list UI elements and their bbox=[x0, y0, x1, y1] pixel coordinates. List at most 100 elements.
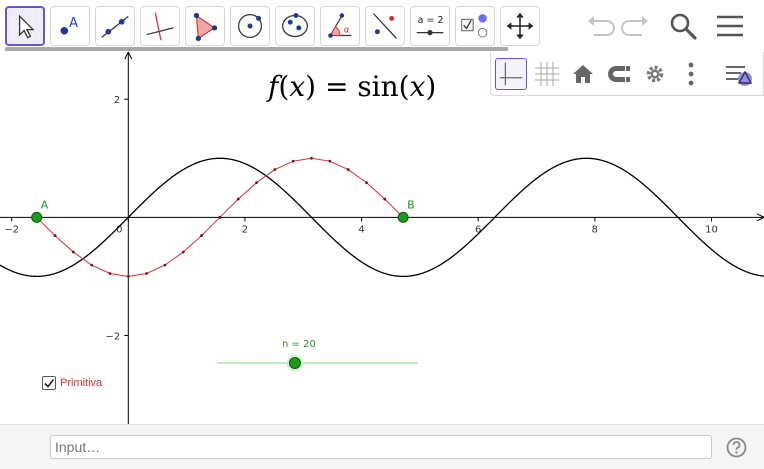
x-tick-label: −2 bbox=[4, 224, 19, 235]
undo-button[interactable] bbox=[582, 8, 618, 44]
polygon-icon bbox=[193, 12, 218, 42]
axes-toggle-button[interactable] bbox=[495, 58, 527, 90]
standard-view-button[interactable] bbox=[567, 58, 599, 90]
formula-variable: x bbox=[289, 70, 306, 103]
formula-variable-2: x bbox=[409, 70, 426, 103]
graphics-canvas[interactable]: −2 0 2 4 6 8 10−22A Bn = 20 bbox=[0, 52, 764, 424]
search-icon bbox=[670, 13, 697, 40]
x-tick-label: 4 bbox=[358, 224, 364, 235]
graphics-settings-button[interactable] bbox=[639, 58, 671, 90]
primitive-sample-point bbox=[328, 159, 332, 163]
formula-equals: = bbox=[316, 70, 358, 103]
style-bar-toggle-icon bbox=[726, 66, 753, 86]
main-menu-button[interactable] bbox=[712, 8, 748, 44]
formula-sin: sin bbox=[357, 70, 399, 103]
primitive-sample-point bbox=[255, 181, 258, 185]
primitive-sample-point bbox=[108, 272, 112, 275]
home-icon bbox=[573, 65, 593, 83]
formula-close-paren-2: ) bbox=[425, 70, 437, 103]
grid-toggle-button[interactable] bbox=[531, 58, 563, 90]
slider-handle[interactable] bbox=[288, 357, 301, 369]
point-A[interactable] bbox=[31, 211, 43, 223]
primitive-sample-point bbox=[273, 168, 277, 171]
menu-icon bbox=[717, 15, 743, 37]
formula-function-name: f bbox=[268, 70, 279, 103]
primitive-sample-point bbox=[181, 250, 185, 254]
redo-button[interactable] bbox=[618, 8, 654, 44]
primitive-sample-point bbox=[90, 263, 94, 267]
search-button[interactable] bbox=[665, 8, 701, 44]
point-label-A: A bbox=[41, 198, 49, 211]
slider-tool[interactable]: a = 2 bbox=[410, 6, 450, 46]
x-tick-label: 8 bbox=[592, 224, 598, 235]
svg-text:A: A bbox=[69, 16, 78, 31]
primitive-sample-point bbox=[365, 181, 368, 185]
primitive-sample-point bbox=[145, 272, 149, 275]
primitive-sample-point bbox=[200, 234, 203, 237]
algebra-input[interactable] bbox=[50, 435, 712, 459]
checkbox-icon bbox=[461, 14, 488, 38]
line-icon bbox=[101, 16, 129, 38]
perpendicular-line-tool[interactable] bbox=[140, 6, 180, 46]
grid-icon bbox=[535, 62, 559, 86]
input-help-button[interactable] bbox=[726, 437, 747, 458]
y-tick-label: −2 bbox=[106, 331, 121, 342]
axes-icon bbox=[499, 62, 523, 86]
svg-text:α: α bbox=[344, 26, 350, 36]
primitiva-checkbox-box[interactable] bbox=[42, 376, 56, 390]
primitive-sample-point bbox=[236, 197, 240, 201]
checkbox-tool[interactable] bbox=[455, 6, 495, 46]
svg-text:a = 2: a = 2 bbox=[418, 15, 444, 26]
toolbar-scrollbar[interactable] bbox=[5, 47, 508, 51]
x-tick-label: 2 bbox=[242, 224, 248, 235]
polygon-tool[interactable] bbox=[185, 6, 225, 46]
circle-center-point-tool[interactable] bbox=[230, 6, 270, 46]
line-tool[interactable] bbox=[95, 6, 135, 46]
move-arrow-icon bbox=[18, 14, 35, 39]
slider-icon: a = 2 bbox=[416, 15, 444, 36]
angle-tool[interactable]: α bbox=[320, 6, 360, 46]
magnet-icon bbox=[608, 66, 630, 82]
primitive-sample-point bbox=[383, 197, 387, 201]
vertical-dots-icon bbox=[688, 62, 694, 86]
move-cross-icon bbox=[506, 12, 534, 40]
reflect-tool[interactable] bbox=[365, 6, 405, 46]
ellipse-tool[interactable] bbox=[275, 6, 315, 46]
primitive-sample-point bbox=[291, 159, 295, 163]
formula-close-paren: ) bbox=[305, 70, 317, 103]
angle-icon: α bbox=[328, 13, 352, 38]
more-options-button[interactable] bbox=[675, 58, 707, 90]
circle-icon bbox=[237, 13, 263, 39]
primitive-sample-point bbox=[163, 263, 167, 267]
move-tool[interactable] bbox=[5, 6, 45, 46]
help-icon bbox=[726, 437, 747, 458]
point-B[interactable] bbox=[397, 211, 409, 223]
point-label-B: B bbox=[407, 198, 415, 211]
graphics-view[interactable]: −2 0 2 4 6 8 10 −2 2 A Bn = 20 f(x) = sin(x) Primi… bbox=[0, 52, 764, 424]
slider-label: n = 20 bbox=[282, 339, 316, 350]
primitive-sample-point bbox=[346, 168, 350, 171]
point-capturing-button[interactable] bbox=[603, 58, 635, 90]
graphics-style-bar bbox=[490, 52, 764, 96]
move-graphics-view-tool[interactable] bbox=[500, 6, 540, 46]
ellipse-icon bbox=[282, 13, 308, 38]
toolbar: A α a = 2 bbox=[0, 0, 764, 51]
function-formula: f(x) = sin(x) bbox=[268, 70, 436, 106]
primitiva-label: Primitiva bbox=[60, 377, 103, 389]
perpendicular-icon bbox=[146, 12, 174, 41]
primitiva-checkbox[interactable]: Primitiva bbox=[42, 375, 102, 391]
x-tick-label: 10 bbox=[705, 224, 718, 235]
formula-open-paren-2: ( bbox=[398, 70, 410, 103]
formula-open-paren: ( bbox=[278, 70, 290, 103]
undo-icon bbox=[588, 16, 615, 36]
gear-icon bbox=[646, 65, 664, 83]
primitive-sample-point bbox=[126, 274, 130, 278]
reflect-icon bbox=[373, 13, 397, 39]
redo-icon bbox=[621, 16, 648, 36]
input-bar bbox=[0, 424, 764, 469]
primitive-sample-point bbox=[71, 250, 75, 254]
point-tool[interactable]: A bbox=[50, 6, 90, 46]
checkmark-icon bbox=[44, 379, 55, 388]
primitive-sample-point bbox=[310, 156, 313, 160]
style-bar-toggle-button[interactable] bbox=[723, 58, 755, 90]
